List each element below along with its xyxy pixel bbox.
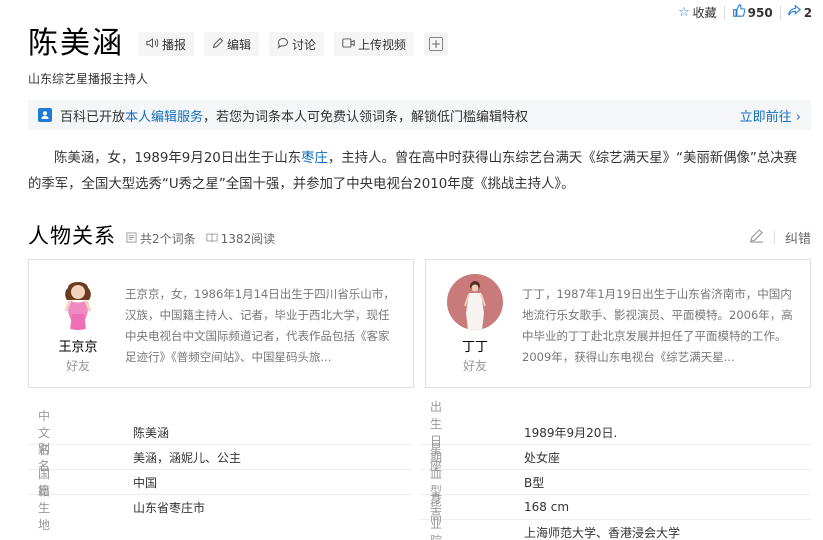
speaker-icon — [146, 37, 159, 52]
person-badge-icon — [38, 108, 52, 122]
avatar — [447, 274, 503, 330]
read-count: 1382阅读 — [206, 230, 276, 247]
person-name[interactable]: 丁丁 — [444, 336, 506, 355]
thumbs-up-icon — [732, 4, 745, 21]
divider — [28, 494, 412, 495]
star-icon: ☆ — [678, 5, 690, 20]
edit-button[interactable]: 编辑 — [204, 32, 260, 56]
pencil-icon — [212, 37, 224, 52]
like-count: 950 — [747, 5, 773, 20]
edit-pencil-icon[interactable] — [749, 228, 764, 247]
correct-button[interactable]: 纠错 — [785, 228, 811, 247]
subtitle: 山东综艺星播报主持人 — [28, 72, 149, 86]
like-button[interactable]: 950 — [732, 4, 773, 21]
relation-card-ding-ding[interactable]: 丁丁 好友 丁丁，1987年1月19日出生于山东省济南市，中国内地流行乐女歌手、… — [425, 259, 811, 388]
relations-actions: 纠错 — [749, 228, 811, 247]
divider — [773, 231, 775, 244]
page-title: 陈美涵 — [28, 26, 124, 61]
entries-count-text: 共2个词条 — [140, 232, 196, 246]
divider — [420, 444, 811, 445]
book-icon — [206, 232, 218, 246]
divider — [723, 5, 725, 20]
top-actions: ☆ 收藏 950 2 — [678, 4, 812, 21]
favorite-label: 收藏 — [692, 6, 717, 20]
chat-bubble-icon — [277, 37, 289, 52]
read-count-text: 1382阅读 — [220, 232, 276, 246]
entries-count: 共2个词条 — [126, 230, 196, 247]
info-value: 1989年9月20日. — [524, 425, 618, 440]
person-description: 王京京，女，1986年1月14日出生于四川省乐山市，汉族，中国籍主持人、记者，毕… — [125, 287, 395, 364]
share-button[interactable]: 2 — [788, 4, 812, 21]
constellation-link[interactable]: 处女座 — [524, 449, 560, 466]
broadcast-label: 播报 — [162, 37, 187, 52]
notice-text-before: 百科已开放 — [60, 109, 126, 125]
summary-text-1: 陈美涵，女，1989年9月20日出生于山东 — [54, 151, 302, 166]
info-value: 山东省枣庄市 — [133, 500, 206, 515]
nationality-link[interactable]: 中国 — [133, 474, 157, 491]
divider — [28, 444, 412, 445]
person-block: 丁丁 好友 — [444, 274, 506, 374]
video-camera-icon — [342, 37, 355, 52]
list-icon — [126, 231, 137, 246]
broadcast-button[interactable]: 播报 — [138, 32, 195, 56]
add-button[interactable]: + — [424, 32, 449, 56]
info-value: 美涵，涵妮儿、公主 — [133, 450, 242, 465]
relation-card-wang-jingjing[interactable]: 王京京 好友 王京京，女，1986年1月14日出生于四川省乐山市，汉族，中国籍主… — [28, 259, 414, 388]
discuss-label: 讨论 — [292, 37, 317, 52]
person-name[interactable]: 王京京 — [47, 336, 109, 355]
alma-mater-link[interactable]: 上海师范大学、香港浸会大学 — [524, 524, 680, 540]
divider — [420, 519, 811, 520]
info-value: 陈美涵 — [133, 425, 170, 440]
notice-bar: 百科已开放 本人编辑服务 ，若您为词条本人可免费认领词条，解锁低门槛编辑特权 立… — [28, 100, 811, 130]
relations-header: 人物关系 共2个词条 1382阅读 纠错 — [28, 222, 811, 250]
person-block: 王京京 好友 — [47, 274, 109, 374]
info-value: B型 — [524, 475, 545, 490]
divider — [420, 494, 811, 495]
edit-label: 编辑 — [227, 37, 252, 52]
notice-text-after: ，若您为词条本人可免费认领词条，解锁低门槛编辑特权 — [203, 109, 529, 125]
favorite-button[interactable]: ☆ 收藏 — [678, 4, 717, 21]
divider — [420, 469, 811, 470]
title-row: 陈美涵 播报 编辑 讨论 上传视频 + — [28, 24, 458, 64]
zaozhuang-link[interactable]: 枣庄 — [301, 151, 328, 166]
summary-paragraph: 陈美涵，女，1989年9月20日出生于山东枣庄，主持人。曾在高中时获得山东综艺台… — [28, 146, 808, 198]
info-value: 168 cm — [524, 500, 570, 514]
info-key: 毕业院校 — [430, 500, 443, 540]
plus-icon: + — [429, 37, 444, 51]
upload-video-label: 上传视频 — [358, 37, 407, 52]
go-now-link[interactable]: 立即前往 › — [740, 106, 801, 125]
relations-title: 人物关系 — [28, 224, 116, 248]
discuss-button[interactable]: 讨论 — [269, 32, 325, 56]
upload-video-button[interactable]: 上传视频 — [334, 32, 415, 56]
self-edit-service-link[interactable]: 本人编辑服务 — [125, 106, 203, 125]
divider — [779, 5, 781, 20]
avatar — [50, 274, 106, 330]
divider — [28, 469, 412, 470]
share-count: 2 — [803, 5, 813, 20]
share-icon — [788, 4, 801, 21]
info-key: 出生地 — [38, 483, 51, 532]
relation-type: 好友 — [65, 359, 90, 373]
relation-type: 好友 — [462, 359, 487, 373]
person-description: 丁丁，1987年1月19日出生于山东省济南市，中国内地流行乐女歌手、影视演员、平… — [522, 287, 793, 364]
